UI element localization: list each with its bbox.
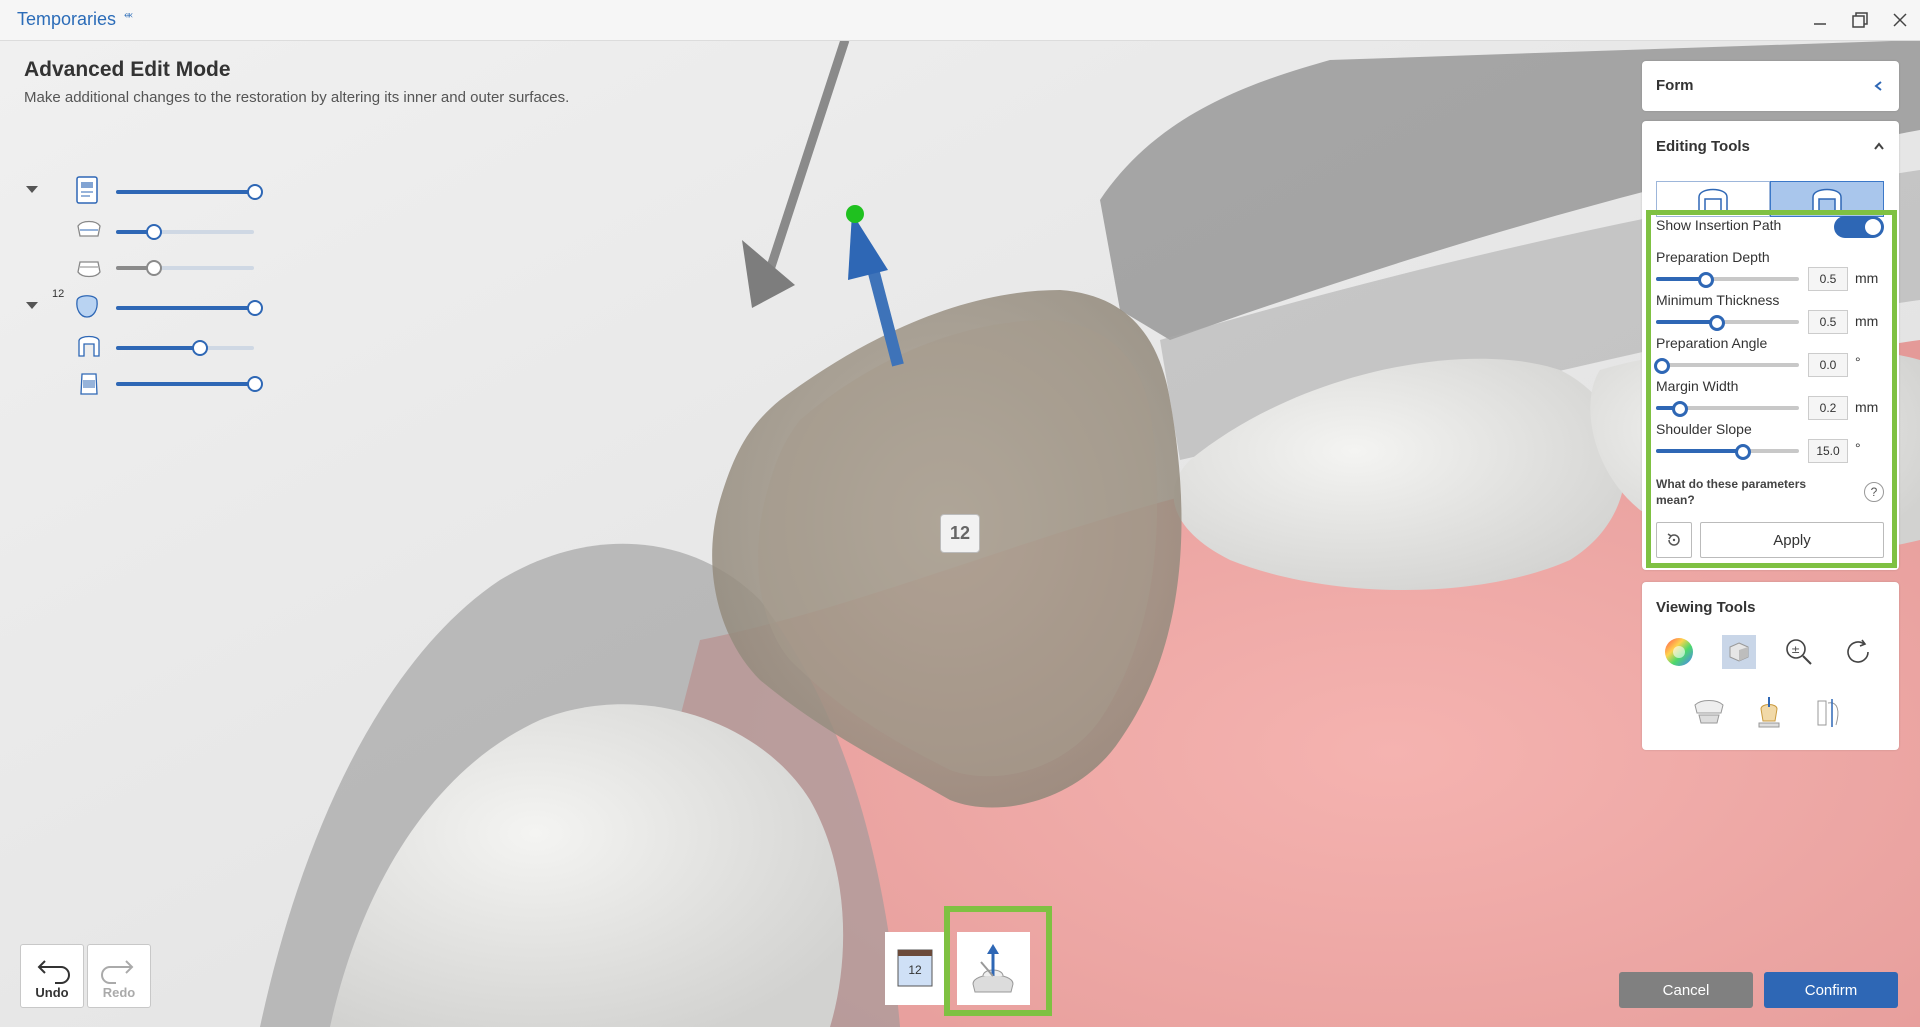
param-unit: mm	[1855, 399, 1879, 415]
param-unit: °	[1855, 440, 1861, 456]
opacity-slider-scan[interactable]	[116, 184, 263, 200]
param-unit: mm	[1855, 313, 1879, 329]
apply-button[interactable]: Apply	[1700, 522, 1884, 558]
opacity-slider-crown-inner[interactable]	[116, 340, 254, 356]
page-title: Advanced Edit Mode	[24, 58, 231, 81]
cube-view-icon[interactable]	[1722, 635, 1756, 669]
opacity-slider-tooth[interactable]	[116, 300, 263, 316]
show-insertion-path-label: Show Insertion Path	[1656, 217, 1782, 233]
insertion-view-icon[interactable]	[1749, 692, 1789, 732]
reset-view-icon[interactable]	[1839, 632, 1879, 672]
layer-row-lower-jaw	[24, 252, 254, 282]
param-label: Margin Width	[1656, 378, 1739, 394]
show-insertion-path-toggle[interactable]	[1834, 216, 1884, 238]
layer-row-scan	[24, 175, 263, 206]
redo-label: Redo	[102, 985, 136, 1000]
minimize-icon[interactable]	[1805, 6, 1835, 34]
param-unit: mm	[1855, 270, 1879, 286]
insertion-direction-icon	[972, 944, 1014, 993]
editing-tools-title: Editing Tools	[1656, 138, 1750, 155]
param-value-field[interactable]: 0.2	[1808, 396, 1848, 420]
viewing-tools-title: Viewing Tools	[1656, 599, 1756, 616]
undo-icon	[37, 960, 70, 984]
reset-icon	[1667, 533, 1680, 546]
insertion-direction-tool-button[interactable]	[957, 932, 1030, 1005]
restore-icon[interactable]	[1845, 6, 1875, 34]
layer-row-tooth-12: 12	[24, 288, 263, 322]
page-description: Make additional changes to the restorati…	[24, 89, 570, 106]
inner-surface-tool-button[interactable]	[1770, 181, 1884, 217]
svg-text:±: ±	[1791, 643, 1800, 656]
section-view-icon[interactable]	[1809, 692, 1849, 732]
form-panel-title: Form	[1656, 77, 1694, 94]
app-title: Temporaries	[17, 9, 117, 29]
layer-row-crown-inner	[24, 332, 254, 362]
tooth-number-icon-label: 12	[908, 963, 922, 977]
param-slider[interactable]	[1656, 444, 1799, 460]
zoom-fit-icon[interactable]: ±	[1779, 632, 1819, 672]
param-value-field[interactable]: 0.5	[1808, 310, 1848, 334]
title-bar: Temporaries ⬺	[0, 0, 1920, 41]
redo-icon	[101, 960, 134, 984]
param-value-field[interactable]: 0.0	[1808, 353, 1848, 377]
param-slider[interactable]	[1656, 272, 1799, 288]
undo-label: Undo	[35, 985, 69, 1000]
parameters-help-link[interactable]: What do these parameters mean?	[1656, 476, 1831, 508]
chevron-left-icon[interactable]	[1873, 79, 1885, 91]
opacity-slider-upper-jaw[interactable]	[116, 224, 254, 240]
tooth-number-label[interactable]: 12	[940, 514, 980, 553]
jaw-view-icon[interactable]	[1689, 692, 1729, 732]
reset-button[interactable]	[1656, 522, 1692, 558]
crown-inner-icon	[1812, 188, 1842, 212]
undo-button[interactable]: Undo	[20, 944, 84, 1008]
collapse-triangle-icon[interactable]	[26, 186, 38, 193]
param-label: Preparation Depth	[1656, 249, 1770, 265]
collapse-triangle-icon[interactable]	[26, 302, 38, 309]
upper-jaw-icon[interactable]	[74, 216, 104, 246]
param-slider[interactable]	[1654, 358, 1799, 374]
crown-outer-icon	[1698, 188, 1728, 212]
param-label: Shoulder Slope	[1656, 421, 1752, 437]
layer-row-die	[24, 368, 263, 398]
form-panel[interactable]: Form	[1642, 61, 1899, 111]
opacity-slider-lower-jaw[interactable]	[116, 260, 254, 276]
edit-mode-toggle	[1656, 181, 1884, 217]
param-label: Minimum Thickness	[1656, 292, 1780, 308]
param-slider[interactable]	[1656, 401, 1799, 417]
layer-row-upper-jaw	[24, 216, 254, 246]
param-value-field[interactable]: 0.5	[1808, 267, 1848, 291]
color-wheel-icon[interactable]	[1659, 632, 1699, 672]
tooth-number-toggle-button[interactable]: 12	[885, 932, 945, 1005]
chevron-up-icon[interactable]	[1873, 140, 1885, 152]
close-icon[interactable]	[1885, 6, 1915, 34]
scan-document-icon[interactable]	[72, 175, 102, 205]
die-icon[interactable]	[74, 368, 104, 398]
crown-inner-icon[interactable]	[74, 332, 104, 362]
redo-button[interactable]: Redo	[87, 944, 151, 1008]
tooth-crown-icon[interactable]	[72, 291, 102, 321]
app-title-mark: ⬺	[124, 9, 133, 21]
opacity-slider-die[interactable]	[116, 376, 263, 392]
lower-jaw-icon[interactable]	[74, 252, 104, 282]
param-slider[interactable]	[1656, 315, 1799, 331]
cancel-button[interactable]: Cancel	[1619, 972, 1753, 1008]
param-unit: °	[1855, 354, 1861, 370]
tooth-number: 12	[52, 288, 65, 300]
outer-surface-tool-button[interactable]	[1656, 181, 1770, 217]
help-icon[interactable]: ?	[1864, 482, 1884, 502]
confirm-button[interactable]: Confirm	[1764, 972, 1898, 1008]
param-value-field[interactable]: 15.0	[1808, 439, 1848, 463]
param-label: Preparation Angle	[1656, 335, 1768, 351]
